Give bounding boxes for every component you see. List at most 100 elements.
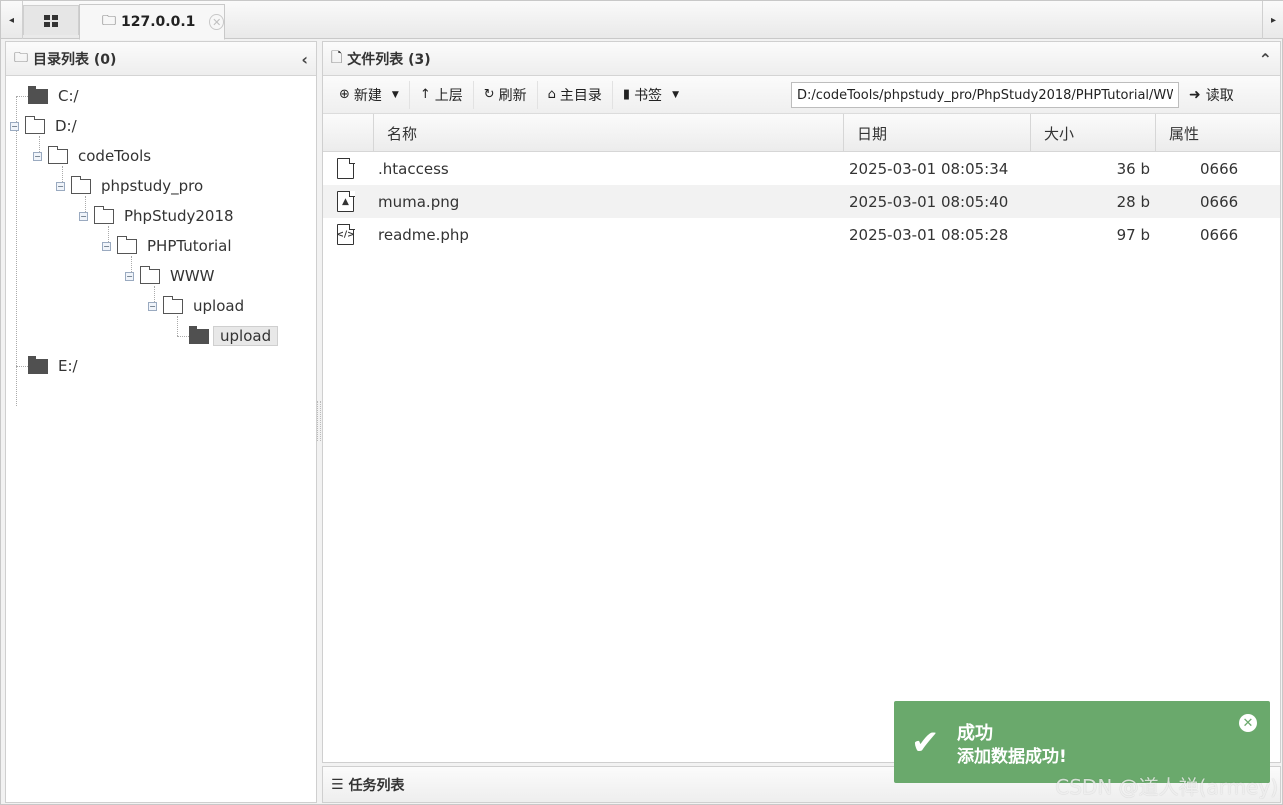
- directory-tree: C:/ − D:/ − codeTools − phpstudy_pro − P…: [6, 76, 316, 796]
- file-size: 28 b: [1116, 192, 1150, 211]
- tree-node-label: upload: [193, 297, 245, 315]
- collapse-minus-icon[interactable]: −: [10, 121, 19, 131]
- collapse-minus-icon[interactable]: −: [79, 211, 88, 221]
- collapse-minus-icon[interactable]: −: [102, 241, 111, 251]
- new-button-label: 新建: [353, 87, 382, 104]
- task-panel-title: 任务列表: [348, 777, 405, 794]
- table-row[interactable]: .htaccess 2025-03-01 08:05:34 36 b 0666: [323, 152, 1280, 185]
- file-attr: 0666: [1200, 225, 1239, 244]
- bookmark-button[interactable]: ▮ 书签 ▼: [613, 81, 689, 109]
- tree-node-d-drive[interactable]: − D:/: [10, 114, 77, 138]
- tree-node-c-drive[interactable]: C:/: [28, 84, 79, 108]
- refresh-button[interactable]: ↻ 刷新: [474, 80, 538, 109]
- scroll-right-icon[interactable]: ▸: [1262, 1, 1283, 39]
- tree-node-label: codeTools: [78, 147, 152, 165]
- collapse-minus-icon[interactable]: −: [148, 301, 157, 311]
- column-header-date[interactable]: 日期: [844, 114, 1031, 152]
- panel-splitter[interactable]: [317, 401, 321, 441]
- tree-node-label: E:/: [58, 357, 78, 375]
- tree-node-phpstudy2018[interactable]: − PhpStudy2018: [79, 204, 234, 228]
- file-name: muma.png: [378, 192, 460, 211]
- column-header-size[interactable]: 大小: [1031, 114, 1156, 152]
- toast-message: 添加数据成功!: [957, 747, 1067, 767]
- tab-host[interactable]: 🗀 127.0.0.1 ✕: [79, 4, 225, 40]
- file-panel: 🗋 文件列表 (3) ⌃ ⊕ 新建 ▼ ↑ 上层 ↻ 刷新 ⌂ 主目录 ▮ 书签…: [322, 41, 1281, 763]
- folder-icon: 🗀: [14, 49, 28, 66]
- table-row[interactable]: ▲ muma.png 2025-03-01 08:05:40 28 b 0666: [323, 185, 1280, 218]
- scroll-left-icon[interactable]: ◂: [1, 1, 23, 39]
- new-button[interactable]: ⊕ 新建 ▼: [329, 80, 410, 109]
- arrow-up-icon: ↑: [419, 87, 431, 102]
- list-icon: ☰: [331, 776, 344, 793]
- folder-closed-icon: [189, 325, 209, 344]
- tree-node-phptutorial[interactable]: − PHPTutorial: [102, 234, 232, 258]
- home-directory-button[interactable]: ⌂ 主目录: [538, 80, 613, 109]
- tree-node-label: PhpStudy2018: [124, 207, 234, 225]
- tree-node-label: C:/: [58, 87, 79, 105]
- tree-node-label: phpstudy_pro: [101, 177, 204, 195]
- tree-connector: [16, 96, 17, 406]
- tree-node-phpstudy-pro[interactable]: − phpstudy_pro: [56, 174, 203, 198]
- file-attr: 0666: [1200, 192, 1239, 211]
- directory-panel-header: 🗀 目录列表 (0) ‹: [6, 42, 316, 76]
- home-directory-label: 主目录: [559, 87, 602, 104]
- tree-node-label: WWW: [170, 267, 215, 285]
- folder-closed-icon: [28, 85, 48, 104]
- file-panel-header: 🗋 文件列表 (3) ⌃: [323, 42, 1280, 76]
- column-header-icon: [323, 114, 374, 152]
- file-size: 36 b: [1116, 159, 1150, 178]
- tree-node-codetools[interactable]: − codeTools: [33, 144, 151, 168]
- tree-connector: [177, 316, 178, 336]
- directory-panel: 🗀 目录列表 (0) ‹ C:/ − D:/ − codeTools − php…: [5, 41, 317, 803]
- tree-node-label: PHPTutorial: [147, 237, 232, 255]
- read-button[interactable]: ➜ 读取: [1189, 81, 1234, 109]
- folder-closed-icon: [28, 355, 48, 374]
- caret-down-icon: ▼: [672, 89, 679, 100]
- collapse-up-icon[interactable]: ⌃: [1259, 50, 1272, 69]
- file-toolbar: ⊕ 新建 ▼ ↑ 上层 ↻ 刷新 ⌂ 主目录 ▮ 书签 ▼ D:/codeToo…: [323, 76, 1280, 114]
- tab-label: 127.0.0.1: [121, 14, 196, 30]
- tree-node-e-drive[interactable]: E:/: [28, 354, 78, 378]
- close-icon[interactable]: ✕: [1239, 714, 1257, 732]
- tab-home[interactable]: [23, 5, 79, 35]
- checkmark-icon: ✔: [911, 723, 940, 763]
- folder-open-icon: [139, 265, 160, 284]
- tab-close-icon[interactable]: ✕: [209, 14, 224, 30]
- collapse-minus-icon[interactable]: −: [125, 271, 134, 281]
- file-attr: 0666: [1200, 159, 1239, 178]
- table-row[interactable]: </> readme.php 2025-03-01 08:05:28 97 b …: [323, 218, 1280, 251]
- bookmark-label: 书签: [634, 87, 663, 104]
- file-icon: [337, 158, 355, 179]
- refresh-icon: ↻: [483, 87, 495, 102]
- folder-open-icon: [24, 115, 45, 134]
- directory-panel-title: 目录列表 (0): [33, 51, 117, 68]
- collapse-minus-icon[interactable]: −: [33, 151, 42, 161]
- file-panel-title: 文件列表 (3): [347, 51, 431, 68]
- tree-node-label: upload: [213, 326, 279, 346]
- file-date: 2025-03-01 08:05:34: [849, 159, 1009, 178]
- folder-open-icon: [93, 205, 114, 224]
- tree-node-upload[interactable]: − upload: [148, 294, 244, 318]
- folder-open-icon: [70, 175, 91, 194]
- tree-connector: [16, 96, 28, 97]
- tree-node-www[interactable]: − WWW: [125, 264, 215, 288]
- file-date: 2025-03-01 08:05:28: [849, 225, 1009, 244]
- bookmark-icon: ▮: [622, 87, 631, 102]
- path-input[interactable]: [791, 82, 1179, 108]
- folder-icon: 🗀: [102, 13, 116, 29]
- column-header-attr[interactable]: 属性: [1156, 114, 1280, 152]
- code-file-icon: </>: [336, 224, 355, 245]
- column-header-name[interactable]: 名称: [374, 114, 844, 152]
- tree-node-upload-selected[interactable]: upload: [189, 324, 279, 348]
- tree-node-label: D:/: [55, 117, 77, 135]
- collapse-minus-icon[interactable]: −: [56, 181, 65, 191]
- up-level-label: 上层: [434, 87, 463, 104]
- file-name: .htaccess: [378, 159, 449, 178]
- file-size: 97 b: [1116, 225, 1150, 244]
- collapse-left-icon[interactable]: ‹: [301, 50, 308, 69]
- folder-open-icon: [162, 295, 183, 314]
- up-level-button[interactable]: ↑ 上层: [410, 80, 474, 109]
- folder-open-icon: [116, 235, 137, 254]
- file-name: readme.php: [378, 225, 469, 244]
- grid-header: 名称 日期 大小 属性: [323, 114, 1280, 152]
